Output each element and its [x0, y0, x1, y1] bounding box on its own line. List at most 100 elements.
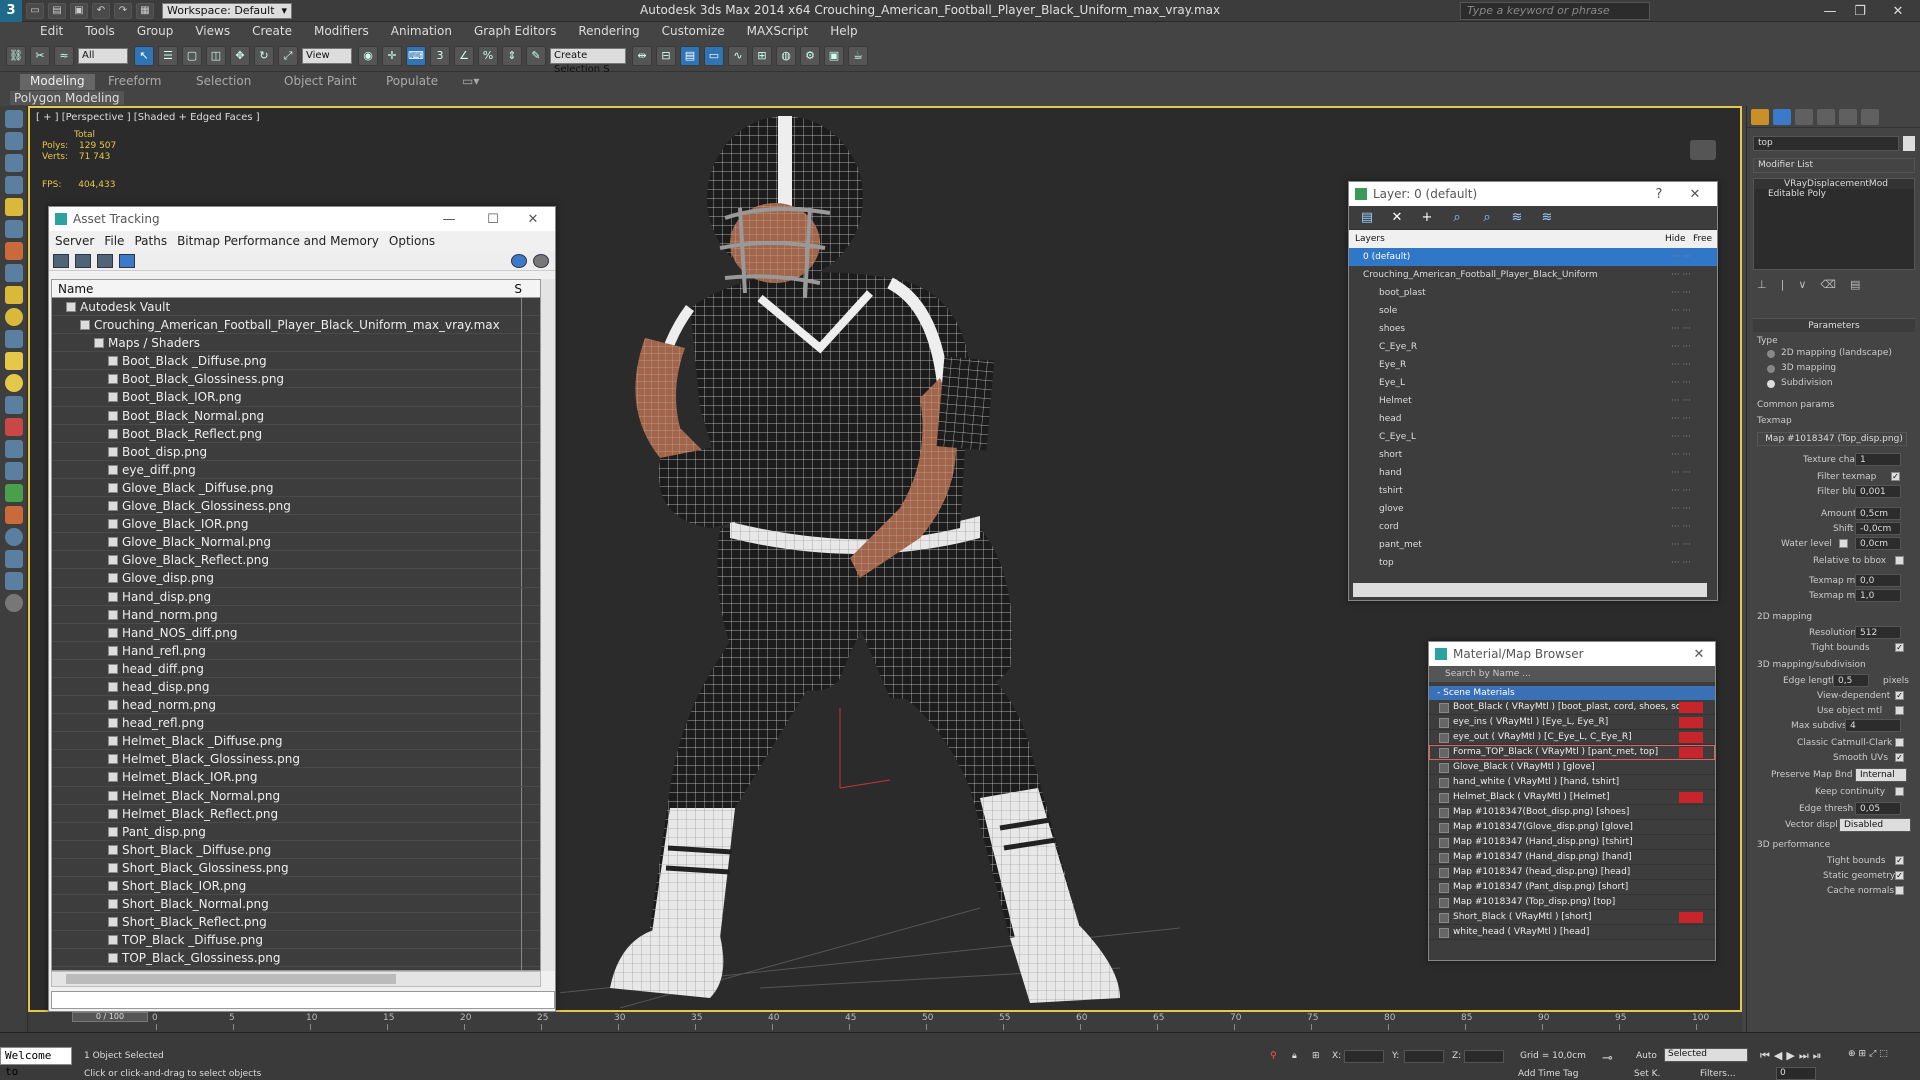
- scrollbar-thumb[interactable]: [66, 974, 396, 984]
- texmap-button[interactable]: Map #1018347 (Top_disp.png): [1757, 432, 1907, 446]
- resolution-field[interactable]: 512: [1855, 626, 1901, 639]
- asset-row[interactable]: Boot_Black _Diffuse.png: [52, 352, 540, 371]
- tab-object-paint[interactable]: Object Paint: [274, 74, 367, 90]
- delete-layer-icon[interactable]: ✕: [1389, 210, 1405, 225]
- layer-horizontal-scrollbar[interactable]: [1353, 583, 1707, 597]
- texmap-max-field[interactable]: 1,0: [1855, 589, 1901, 602]
- isolate-icon[interactable]: ⚲: [1270, 1051, 1277, 1061]
- asset-row[interactable]: Boot_disp.png: [52, 442, 540, 461]
- stack-item-vraydisplacement[interactable]: VRayDisplacementMod: [1754, 179, 1914, 189]
- layer-row[interactable]: hand ··· ···: [1349, 464, 1717, 482]
- asset-row[interactable]: head_norm.png: [52, 696, 540, 715]
- details-view-icon[interactable]: [97, 253, 113, 268]
- curve-editor-icon[interactable]: ∿: [728, 45, 748, 66]
- object-name-field[interactable]: top: [1753, 136, 1899, 151]
- hide-freeze-toggles[interactable]: ··· ···: [1671, 554, 1691, 572]
- menu-views[interactable]: Views: [195, 24, 230, 38]
- playback-controls[interactable]: ⏮◀▶⏭⏯: [1760, 1049, 1826, 1063]
- menu-customize[interactable]: Customize: [662, 24, 725, 38]
- utility-tool-icon[interactable]: [5, 418, 23, 436]
- smooth-uvs-checkbox[interactable]: ✓: [1895, 753, 1904, 762]
- asset-row[interactable]: Boot_Black_Glossiness.png: [52, 370, 540, 389]
- select-manipulate-icon[interactable]: ✛: [382, 45, 402, 66]
- asset-row[interactable]: Glove_Black_Reflect.png: [52, 551, 540, 570]
- current-frame-field[interactable]: 0: [1776, 1067, 1816, 1080]
- use-object-mtl-checkbox[interactable]: [1895, 706, 1904, 715]
- tab-selection[interactable]: Selection: [186, 74, 261, 90]
- column-status[interactable]: S: [514, 280, 522, 298]
- keep-continuity-checkbox[interactable]: [1895, 787, 1904, 796]
- asset-row[interactable]: Glove_Black_Normal.png: [52, 533, 540, 552]
- layer-explorer-icon[interactable]: ▤: [680, 45, 700, 66]
- hide-freeze-toggles[interactable]: ··· ···: [1671, 482, 1691, 500]
- utilities-tab-icon[interactable]: [1861, 108, 1879, 125]
- app-logo-icon[interactable]: 3: [0, 0, 22, 22]
- tight-bounds-perf-checkbox[interactable]: ✓: [1895, 856, 1904, 865]
- material-row[interactable]: Forma_TOP_Black ( VRayMtl ) [pant_met, t…: [1429, 745, 1715, 760]
- pin-stack-icon[interactable]: ⊥: [1757, 278, 1767, 294]
- layer-tool-icon[interactable]: [5, 176, 23, 194]
- asset-row[interactable]: Crouching_American_Football_Player_Black…: [52, 316, 540, 335]
- layer-row[interactable]: tshirt ··· ···: [1349, 482, 1717, 500]
- select-in-layer-icon[interactable]: ⌕: [1449, 210, 1465, 225]
- hide-freeze-toggles[interactable]: ··· ···: [1671, 302, 1691, 320]
- menu-create[interactable]: Create: [252, 24, 292, 38]
- modifier-stack[interactable]: VRayDisplacementMod Editable Poly: [1753, 178, 1915, 270]
- hide-freeze-toggles[interactable]: ··· ···: [1671, 266, 1691, 284]
- helper-tool-icon[interactable]: [5, 242, 23, 260]
- display-tool-icon[interactable]: [5, 506, 23, 524]
- menu-rendering[interactable]: Rendering: [578, 24, 639, 38]
- light-tool-icon[interactable]: [5, 198, 23, 216]
- menu-animation[interactable]: Animation: [391, 24, 452, 38]
- highlight-layer-icon[interactable]: ⌕: [1479, 210, 1495, 225]
- hide-freeze-toggles[interactable]: ··· ···: [1671, 338, 1691, 356]
- hierarchy-tool-icon[interactable]: [5, 462, 23, 480]
- cache-normals-checkbox[interactable]: [1895, 886, 1904, 895]
- window-crossing-icon[interactable]: ◫: [206, 45, 226, 66]
- layer-row[interactable]: shoes ··· ···: [1349, 320, 1717, 338]
- asset-row[interactable]: TOP_Black _Diffuse.png: [52, 931, 540, 950]
- menu-group[interactable]: Group: [137, 24, 174, 38]
- ribbon-options-icon[interactable]: ▭▾: [452, 74, 489, 90]
- column-freeze[interactable]: Free: [1693, 234, 1712, 244]
- rectangle-selection-icon[interactable]: ▢: [182, 45, 202, 66]
- link-icon[interactable]: ⛓: [6, 45, 26, 66]
- motion-tab-icon[interactable]: [1817, 108, 1835, 125]
- material-editor-icon[interactable]: ◍: [776, 45, 796, 66]
- classic-catmull-checkbox[interactable]: [1895, 738, 1904, 747]
- close-icon[interactable]: ✕: [1878, 0, 1918, 22]
- material-row[interactable]: hand_white ( VRayMtl ) [hand, tshirt]: [1429, 775, 1715, 790]
- unlink-icon[interactable]: ✂: [30, 45, 50, 66]
- asset-vertical-scrollbar[interactable]: [541, 279, 555, 971]
- football-player-model[interactable]: [560, 108, 1180, 1008]
- motion-tool-icon[interactable]: [5, 484, 23, 502]
- select-by-name-icon[interactable]: ☰: [158, 45, 178, 66]
- menu-options[interactable]: Options: [389, 234, 435, 248]
- asset-row[interactable]: Short_Black_Normal.png: [52, 895, 540, 914]
- viewport-tool-icon[interactable]: [5, 110, 23, 128]
- asset-row[interactable]: Helmet_Black _Diffuse.png: [52, 732, 540, 751]
- edge-thresh-field[interactable]: 0,05: [1855, 802, 1901, 815]
- layer-row[interactable]: C_Eye_L ··· ···: [1349, 428, 1717, 446]
- column-name[interactable]: Name: [58, 282, 93, 296]
- asset-row[interactable]: Autodesk Vault: [52, 298, 540, 317]
- layer-row[interactable]: boot_plast ··· ···: [1349, 284, 1717, 302]
- scene-tool-icon[interactable]: [5, 154, 23, 172]
- set-key-button[interactable]: Set K.: [1634, 1069, 1660, 1079]
- maxscript-listener[interactable]: Welcome to: [0, 1047, 72, 1078]
- material-row[interactable]: Map #1018347(Boot_disp.png) [shoes]: [1429, 805, 1715, 820]
- help-tool-icon[interactable]: [5, 594, 23, 612]
- hide-freeze-toggles[interactable]: ··· ···: [1671, 356, 1691, 374]
- rotate-icon[interactable]: ↻: [254, 45, 274, 66]
- shape-tool-icon[interactable]: [5, 396, 23, 414]
- toggle-ribbon-icon[interactable]: ▭: [704, 45, 724, 66]
- lock-selection-icon[interactable]: 🔒︎: [1292, 1051, 1297, 1061]
- hide-freeze-toggles[interactable]: ··· ···: [1671, 284, 1691, 302]
- percent-snap-icon[interactable]: %: [478, 45, 498, 66]
- viewport-label[interactable]: [ + ] [Perspective ] [Shaded + Edged Fac…: [36, 112, 260, 123]
- ribbon-subtab-polygon-modeling[interactable]: Polygon Modeling: [10, 91, 124, 105]
- hide-freeze-toggles[interactable]: ··· ···: [1671, 320, 1691, 338]
- column-layers[interactable]: Layers: [1355, 234, 1385, 244]
- modifier-list-dropdown[interactable]: Modifier List: [1753, 158, 1915, 173]
- asset-row[interactable]: head_disp.png: [52, 677, 540, 697]
